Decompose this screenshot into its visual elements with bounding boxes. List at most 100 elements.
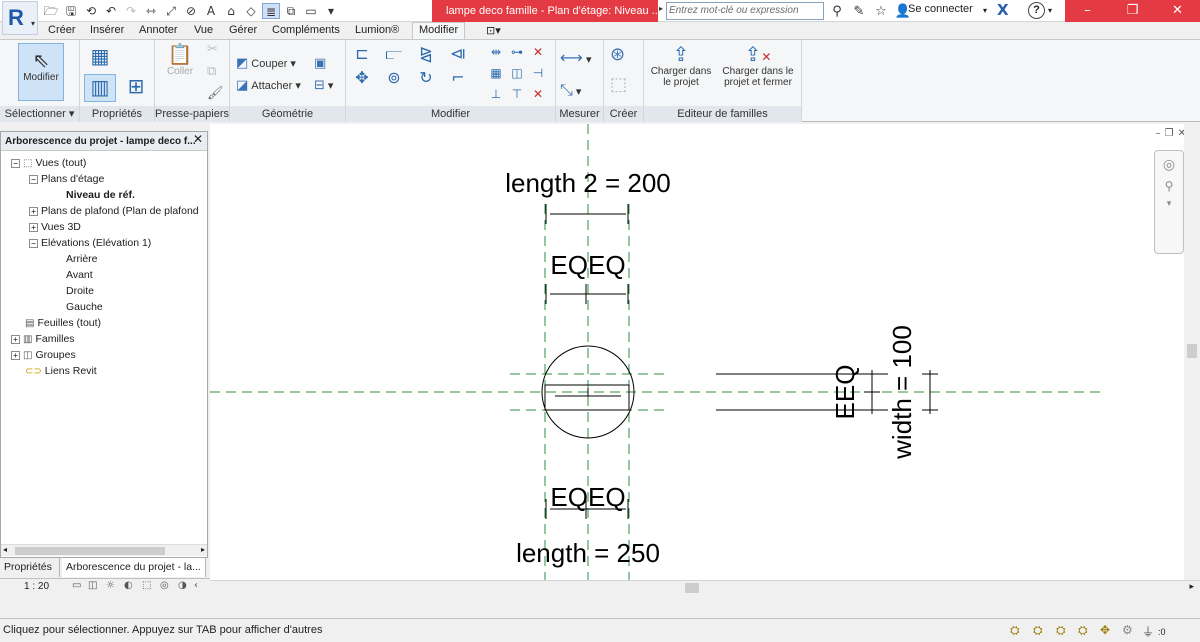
3d-view-icon[interactable]: ⌂ xyxy=(222,3,240,19)
tab-project-browser[interactable]: Arborescence du projet - la... xyxy=(62,558,206,577)
paste-button[interactable]: 📋 Coller xyxy=(159,42,201,100)
unpin-icon[interactable]: ⊣ xyxy=(528,63,548,83)
chevron-left-icon[interactable]: ◂ xyxy=(3,545,7,554)
split-icon[interactable]: ⇹ xyxy=(486,42,506,62)
move-icon[interactable]: ✥ xyxy=(352,68,372,88)
sun-path-icon[interactable]: ☼ xyxy=(106,580,115,591)
close-button[interactable]: ✕ xyxy=(1155,0,1200,22)
tree-3d-views[interactable]: + Vues 3D xyxy=(29,219,81,235)
scroll-thumb[interactable] xyxy=(685,583,699,593)
copy-element-icon[interactable]: ⊚ xyxy=(384,68,404,88)
tree-ceiling-plans[interactable]: + Plans de plafond (Plan de plafond xyxy=(29,203,199,219)
eq-bottom-label[interactable]: EQEQ xyxy=(550,482,625,512)
zoom-icon[interactable]: ⚲ xyxy=(1155,179,1183,193)
expand-toggle[interactable]: + xyxy=(11,334,20,344)
open-icon[interactable]: 🗁 xyxy=(42,3,60,19)
chevron-right-icon[interactable]: ▸ xyxy=(201,545,205,554)
eq-right-label[interactable]: EEQ xyxy=(830,365,860,420)
minimize-button[interactable]: – xyxy=(1065,0,1110,22)
load-into-project-close-button[interactable]: ⇪✕ Charger dans le projet et fermer xyxy=(716,42,800,104)
tab-complements[interactable]: Compléments xyxy=(272,23,340,39)
measure-element-button[interactable]: ⤡ ▾ xyxy=(560,80,581,100)
tree-floor-plans[interactable]: − Plans d'étage xyxy=(29,171,104,187)
tree-groups[interactable]: + ◫ Groupes xyxy=(11,347,76,363)
join-geometry-button[interactable]: ◪ Attacher ▾ xyxy=(236,78,301,93)
collapse-toggle[interactable]: − xyxy=(29,238,38,248)
section-icon[interactable]: ◇ xyxy=(242,3,260,19)
switch-windows-icon[interactable]: ▭ xyxy=(302,3,320,19)
restore-icon[interactable]: ❐ xyxy=(1165,128,1174,139)
scroll-thumb[interactable] xyxy=(15,547,165,555)
thin-lines-icon[interactable]: ≣ xyxy=(262,3,280,19)
signin-link[interactable]: Se connecter xyxy=(908,3,973,15)
chevron-right-icon[interactable]: ▸ xyxy=(1189,581,1194,592)
create-group-button[interactable]: ⬚ xyxy=(610,74,630,95)
tab-creer[interactable]: Créer xyxy=(48,23,76,39)
tree-elevation-left[interactable]: Gauche xyxy=(66,299,103,315)
tree-elevation-front[interactable]: Avant xyxy=(66,267,93,283)
redo-icon[interactable]: ↷ xyxy=(122,3,140,19)
tree-elevation-right[interactable]: Droite xyxy=(66,283,94,299)
split-gap-icon[interactable]: ⊶ xyxy=(507,42,527,62)
minimize-icon[interactable]: – xyxy=(1156,128,1161,139)
load-into-project-button[interactable]: ⇪ Charger dans le projet xyxy=(646,42,716,104)
tab-modifier[interactable]: Modifier xyxy=(412,22,466,39)
tree-elevations[interactable]: − Elévations (Elévation 1) xyxy=(29,235,151,251)
match-properties-icon[interactable]: 🖌 xyxy=(207,86,227,101)
scale-icon[interactable]: ◫ xyxy=(507,63,527,83)
family-types-button[interactable]: ▥ xyxy=(84,74,116,102)
browser-horizontal-scrollbar[interactable]: ◂ ▸ xyxy=(1,544,207,556)
exchange-apps-icon[interactable]: X xyxy=(997,1,1009,19)
tab-annoter[interactable]: Annoter xyxy=(139,23,178,39)
trim-multi-icon[interactable]: ⊤ xyxy=(507,84,527,104)
tab-gerer[interactable]: Gérer xyxy=(229,23,257,39)
cut-icon[interactable]: ✂ xyxy=(207,42,221,57)
view-scale[interactable]: 1 : 20 xyxy=(24,581,49,592)
overflow-icon[interactable]: ‹ xyxy=(194,580,198,591)
scroll-thumb[interactable] xyxy=(1187,344,1197,358)
select-pinned-icon[interactable]: ⛭ xyxy=(1056,623,1066,638)
star-icon[interactable]: ☆ xyxy=(872,4,890,19)
delete-icon[interactable]: ✕ xyxy=(528,84,548,104)
qat-customize-icon[interactable]: ▾ xyxy=(322,3,340,19)
measure-icon[interactable]: ⇿ xyxy=(142,3,160,19)
tree-elevation-back[interactable]: Arrière xyxy=(66,251,98,267)
array-icon[interactable]: ▦ xyxy=(486,63,506,83)
select-by-face-icon[interactable]: ⛭ xyxy=(1078,623,1088,638)
chevron-down-icon[interactable]: ▾ xyxy=(983,6,987,15)
chevron-down-icon[interactable]: ▾ xyxy=(1155,199,1183,209)
tag-icon[interactable]: ⊘ xyxy=(182,3,200,19)
application-menu-button[interactable]: R ▾ xyxy=(2,1,38,35)
text-icon[interactable]: A xyxy=(202,3,220,19)
filter-icon[interactable]: ⏚ xyxy=(1142,623,1154,640)
undo-icon[interactable]: ↶ xyxy=(102,3,120,19)
modify-select-button[interactable]: ⇖ Modifier xyxy=(18,43,64,101)
dimension-icon[interactable]: ⤢ xyxy=(162,3,180,19)
chevron-right-icon[interactable]: ▸ xyxy=(659,4,665,13)
steering-wheel-icon[interactable]: ◎ xyxy=(1155,157,1183,173)
reveal-hidden-icon[interactable]: ◑ xyxy=(178,580,187,591)
help-icon[interactable]: ? xyxy=(1028,2,1045,19)
binoculars-icon[interactable]: ⚲ xyxy=(828,4,846,19)
visual-style-icon[interactable]: ◫ xyxy=(88,580,97,591)
trim-single-icon[interactable]: ⊥ xyxy=(486,84,506,104)
type-properties-button[interactable]: ⊞ xyxy=(120,74,152,102)
save-icon[interactable]: 🖫 xyxy=(62,3,80,19)
wall-join-icon[interactable]: ▣ xyxy=(314,56,329,71)
detail-level-icon[interactable]: ▭ xyxy=(72,580,81,591)
expand-toggle[interactable]: + xyxy=(29,222,38,232)
expand-toggle[interactable]: + xyxy=(29,206,38,216)
mirror-axis-icon[interactable]: ⧎ xyxy=(416,44,436,64)
length-label[interactable]: length = 250 xyxy=(516,538,660,568)
tree-views-all[interactable]: − ⬚ Vues (tout) xyxy=(11,155,86,171)
cut-geometry-button[interactable]: ◩ Couper ▾ xyxy=(236,56,296,71)
mirror-draw-icon[interactable]: ⧏ xyxy=(448,44,468,64)
canvas-horizontal-scrollbar[interactable]: ▸ xyxy=(210,580,1200,594)
tree-ref-level[interactable]: Niveau de réf. xyxy=(66,187,135,203)
chevron-down-icon[interactable]: ▾ xyxy=(1048,6,1052,15)
rotate-icon[interactable]: ↻ xyxy=(416,68,436,88)
shadows-icon[interactable]: ◐ xyxy=(124,580,133,591)
close-hidden-icon[interactable]: ⧉ xyxy=(282,3,300,19)
copy-icon[interactable]: ⧉ xyxy=(207,64,219,79)
tab-inserer[interactable]: Insérer xyxy=(90,23,124,39)
